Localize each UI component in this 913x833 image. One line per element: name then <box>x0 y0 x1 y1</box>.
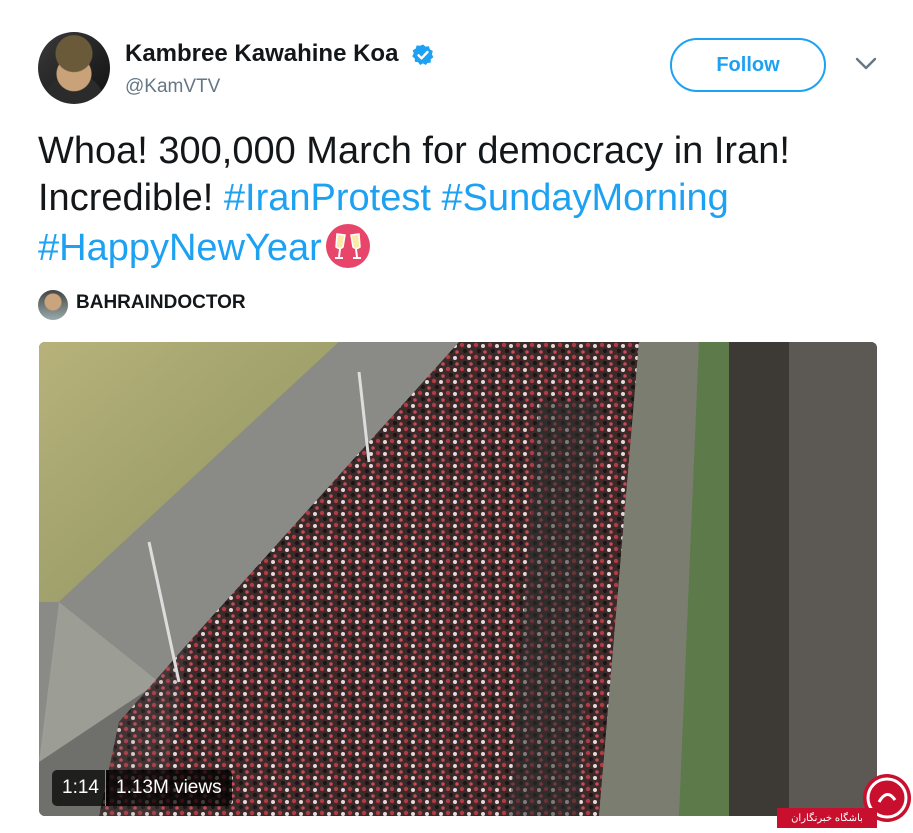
video-thumbnail <box>39 342 877 816</box>
avatar[interactable] <box>38 32 110 104</box>
hashtag-happynewyear[interactable]: #HappyNewYear <box>38 227 322 269</box>
clinking-glasses-icon <box>325 224 370 268</box>
display-name-row[interactable]: Kambree Kawahine Koa <box>125 40 435 68</box>
video-player[interactable]: 1:14 1.13M views <box>39 342 877 816</box>
watermark-logo: باشگاه خبرنگاران <box>777 772 913 828</box>
credit-avatar[interactable] <box>38 290 68 320</box>
hashtag-iranprotest[interactable]: #IranProtest <box>224 177 431 219</box>
video-duration: 1:14 <box>52 770 109 806</box>
user-handle[interactable]: @KamVTV <box>125 76 220 98</box>
follow-button[interactable]: Follow <box>670 38 826 92</box>
tweet-text: Whoa! 300,000 March for democracy in Ira… <box>38 128 898 272</box>
watermark-text: باشگاه خبرنگاران <box>777 808 877 828</box>
video-views: 1.13M views <box>105 770 232 806</box>
hashtag-sundaymorning[interactable]: #SundayMorning <box>441 177 728 219</box>
verified-badge-icon <box>412 44 434 65</box>
media-credit-name[interactable]: BAHRAINDOCTOR <box>76 292 246 314</box>
display-name[interactable]: Kambree Kawahine Koa <box>125 40 398 67</box>
chevron-down-icon[interactable] <box>855 56 877 72</box>
